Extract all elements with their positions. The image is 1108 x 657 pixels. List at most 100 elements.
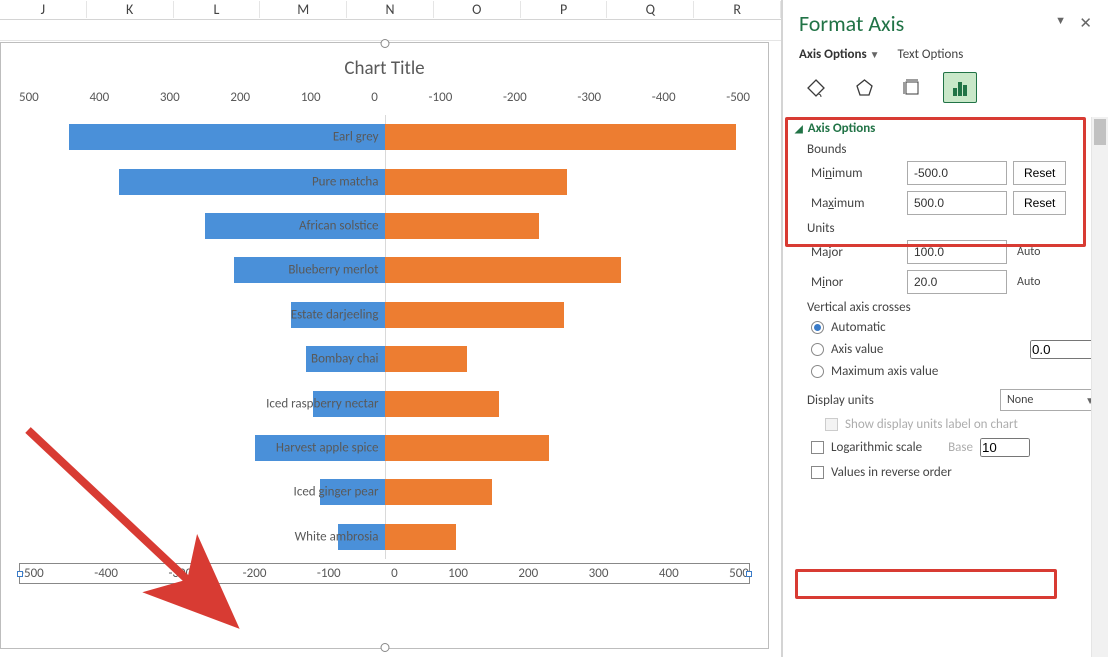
bar-row: Earl grey (26, 115, 743, 159)
spreadsheet-area: JKLMNOPQR Chart Title 500 400 300 200 100 0 -1… (0, 0, 782, 657)
display-units-label: Display units (807, 393, 994, 408)
panel-body: ◢Axis Options Bounds Minimum Reset Maxim… (783, 117, 1108, 657)
axis-tick: -200 (503, 90, 527, 105)
minor-input[interactable] (907, 270, 1007, 294)
axis-tick: -300 (168, 566, 192, 581)
maximum-reset-button[interactable]: Reset (1013, 191, 1066, 215)
column-header[interactable]: K (87, 1, 174, 18)
bar-row: Bombay chai (26, 337, 743, 381)
axis-tick: -400 (652, 90, 676, 105)
axis-tick: 100 (301, 90, 321, 105)
logarithmic-checkbox[interactable] (811, 441, 824, 454)
secondary-x-axis[interactable]: 5004003002001000-100-200-300-400-500 (1, 86, 768, 109)
major-label: Major (811, 245, 901, 260)
axis-tick: -500 (726, 90, 750, 105)
column-header[interactable]: R (694, 1, 781, 18)
axis-chart-icon[interactable] (943, 72, 977, 103)
axis-tick: -200 (243, 566, 267, 581)
chart-title[interactable]: Chart Title (1, 43, 768, 86)
bar-label: African solstice (299, 218, 378, 233)
bar-row: Blueberry merlot (26, 248, 743, 292)
tab-text-options[interactable]: Text Options (898, 47, 964, 62)
major-input[interactable] (907, 240, 1007, 264)
bar-orange[interactable] (385, 391, 500, 417)
logarithmic-label: Logarithmic scale (831, 440, 922, 455)
minimum-label: Minimum (811, 166, 901, 181)
axis-tick: -300 (577, 90, 601, 105)
major-auto: Auto (1013, 245, 1040, 259)
column-header[interactable]: N (347, 1, 434, 18)
column-header[interactable]: O (434, 1, 521, 18)
column-header[interactable]: L (174, 1, 261, 18)
vertical-axis-crosses-label: Vertical axis crosses (807, 300, 1102, 315)
plot-area[interactable]: Earl grey Pure matcha African solstice Blue… (26, 115, 743, 559)
maximum-label: Maximum (811, 196, 901, 211)
radio-axis-value[interactable]: Axis value (811, 340, 1102, 359)
column-header[interactable]: Q (607, 1, 694, 18)
effects-icon[interactable] (847, 72, 881, 103)
axis-tick: -400 (94, 566, 118, 581)
minimum-input[interactable] (907, 161, 1007, 185)
axis-tick: 400 (659, 566, 679, 581)
axis-tick: 300 (589, 566, 609, 581)
bar-label: Earl grey (333, 130, 379, 145)
panel-title: Format Axis (799, 10, 1092, 37)
bar-orange[interactable] (385, 346, 467, 372)
axis-tick: 500 (19, 90, 39, 105)
fill-icon[interactable] (799, 72, 833, 103)
axis-tick: 100 (448, 566, 468, 581)
bar-orange[interactable] (385, 213, 539, 239)
axis-tick: 0 (371, 90, 378, 105)
axis-tick: 200 (230, 90, 250, 105)
axis-tick: -100 (429, 90, 453, 105)
minimum-reset-button[interactable]: Reset (1013, 161, 1066, 185)
show-display-units-checkbox (825, 418, 838, 431)
size-icon[interactable] (895, 72, 929, 103)
show-display-units-label: Show display units label on chart (845, 417, 1018, 432)
axis-options-section-header[interactable]: ◢Axis Options (795, 121, 1102, 136)
values-reverse-checkbox[interactable] (811, 466, 824, 479)
axis-tick: -500 (20, 566, 44, 581)
panel-scrollbar[interactable] (1091, 117, 1108, 657)
column-header[interactable]: M (260, 1, 347, 18)
axis-tick: 400 (89, 90, 109, 105)
bar-row: White ambrosia (26, 515, 743, 559)
tab-axis-options[interactable]: Axis Options ▼ (799, 47, 880, 62)
bar-label: Harvest apple spice (276, 440, 379, 455)
bar-row: Iced raspberry nectar (26, 381, 743, 425)
format-axis-panel: Format Axis ▼ ✕ Axis Options ▼ Text Opti… (782, 0, 1108, 657)
minor-label: Minor (811, 275, 901, 290)
bar-label: Bombay chai (311, 352, 379, 367)
minor-auto: Auto (1013, 275, 1040, 289)
base-label: Base (948, 440, 973, 455)
panel-menu-icon[interactable]: ▼ (1055, 14, 1066, 27)
bounds-label: Bounds (807, 142, 1102, 157)
bar-orange[interactable] (385, 302, 564, 328)
axis-tick: 0 (391, 566, 398, 581)
bar-row: Iced ginger pear (26, 470, 743, 514)
embedded-chart[interactable]: Chart Title 500 400 300 200 100 0 -100 -200 -300… (0, 42, 769, 649)
bar-row: Harvest apple spice (26, 426, 743, 470)
bar-orange[interactable] (385, 524, 457, 550)
bar-orange[interactable] (385, 257, 622, 283)
column-header[interactable]: J (0, 1, 87, 18)
radio-automatic[interactable]: Automatic (811, 320, 1102, 335)
bar-orange[interactable] (385, 124, 736, 150)
bar-row: Pure matcha (26, 159, 743, 203)
base-input (980, 438, 1030, 457)
bar-row: Estate darjeeling (26, 293, 743, 337)
radio-maximum-axis-value[interactable]: Maximum axis value (811, 364, 1102, 379)
bar-row: African solstice (26, 204, 743, 248)
maximum-input[interactable] (907, 191, 1007, 215)
column-header[interactable]: P (521, 1, 608, 18)
display-units-select[interactable]: None▼ (1000, 389, 1102, 411)
close-icon[interactable]: ✕ (1079, 14, 1092, 33)
primary-x-axis[interactable]: -500-400-300-200-1000100200300400500 (20, 564, 749, 583)
units-label: Units (807, 221, 1102, 236)
bar-orange[interactable] (385, 479, 493, 505)
axis-tick: 200 (518, 566, 538, 581)
bar-orange[interactable] (385, 169, 568, 195)
bar-label: Blueberry merlot (288, 263, 378, 278)
bar-label: Iced raspberry nectar (266, 396, 378, 411)
bar-orange[interactable] (385, 435, 550, 461)
